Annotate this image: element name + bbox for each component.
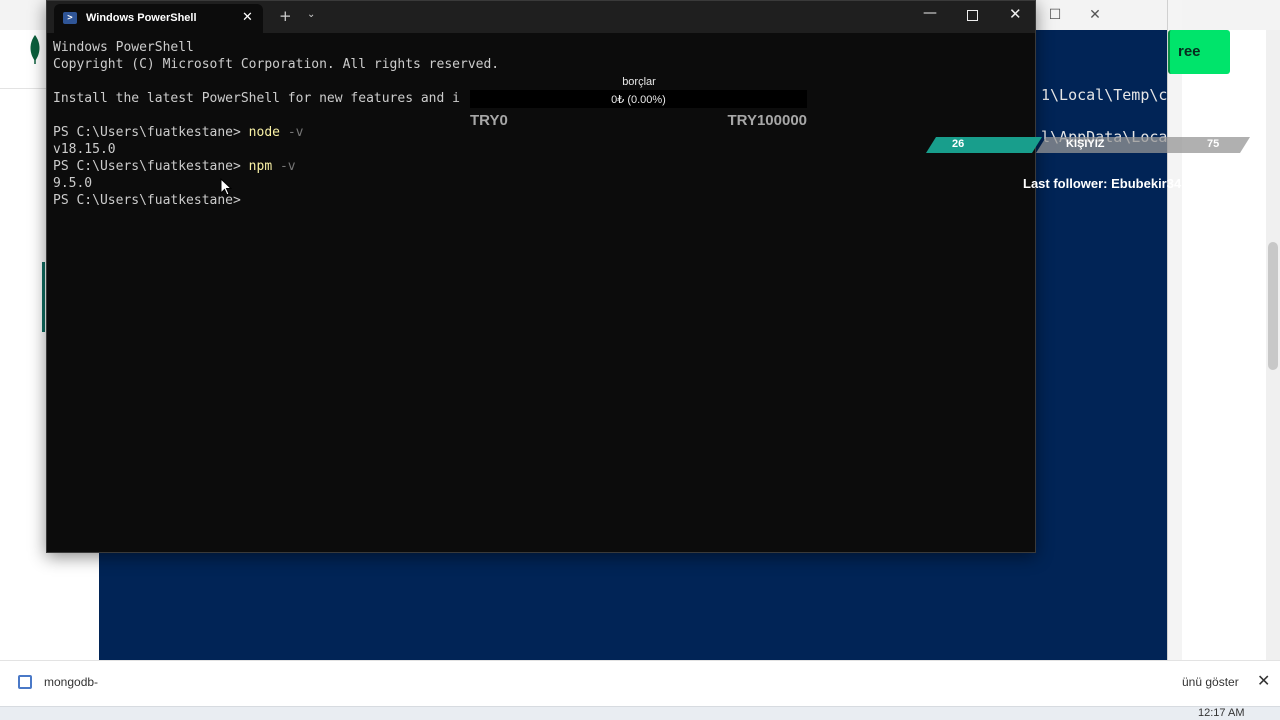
console-output: 9.5.0	[53, 176, 93, 191]
close-icon[interactable]: ✕	[1009, 5, 1022, 23]
terminal-console[interactable]: Windows PowerShell Copyright (C) Microso…	[53, 39, 1033, 549]
maximize-icon[interactable]: ☐	[1040, 0, 1070, 30]
terminal-window[interactable]: > Windows PowerShell ✕ + ⌄ — ✕ Windows P…	[46, 0, 1036, 553]
console-output: v18.15.0	[53, 142, 116, 157]
window-frame	[1167, 0, 1182, 720]
console-line: 1\Local\Temp\cho	[1041, 86, 1167, 104]
accent-bar	[42, 262, 45, 332]
progress-text: 0₺ (0.00%)	[611, 94, 666, 106]
tab-windows-powershell[interactable]: > Windows PowerShell ✕	[54, 4, 263, 33]
background-window-title-bar: — ☐ ✕	[1008, 0, 1182, 30]
donation-goal-progress-bar: 0₺ (0.00%)	[470, 90, 807, 108]
goal-min-label: TRY0	[470, 112, 508, 129]
console-command-line: PS C:\Users\fuatkestane> node -v	[53, 124, 303, 141]
poll-bar-left	[926, 137, 1042, 153]
console-line: Install the latest PowerShell for new fe…	[53, 91, 460, 106]
close-icon[interactable]: ✕	[1257, 671, 1270, 690]
console-command-line: PS C:\Users\fuatkestane> npm -v	[53, 158, 296, 175]
poll-right-value: 75	[1207, 138, 1220, 150]
command-name: npm	[248, 159, 273, 174]
download-bar: mongodb- ünü göster ✕	[0, 660, 1280, 706]
poll-left-value: 26	[952, 138, 965, 150]
page-scrollbar[interactable]	[1266, 30, 1280, 670]
scrollbar-thumb[interactable]	[1268, 242, 1278, 370]
close-icon[interactable]: ✕	[1080, 0, 1110, 30]
prompt: PS C:\Users\fuatkestane>	[53, 125, 241, 140]
taskbar: 12:17 AM	[0, 706, 1280, 720]
goal-max-label: TRY100000	[727, 112, 808, 129]
download-file-icon[interactable]	[18, 675, 32, 689]
new-tab-button[interactable]: +	[279, 7, 292, 25]
mongodb-leaf-icon	[30, 35, 40, 64]
console-line: Windows PowerShell	[53, 40, 194, 55]
minimize-icon[interactable]: —	[923, 5, 937, 21]
maximize-icon[interactable]	[967, 10, 978, 21]
poll-title: KIŞIYIZ	[1066, 138, 1105, 150]
console-line: Copyright (C) Microsoft Corporation. All…	[53, 57, 500, 72]
cta-button[interactable]: ree	[1168, 30, 1230, 74]
cta-button-label: ree	[1178, 43, 1201, 60]
last-follower-label: Last follower: Ebubekir34	[1023, 176, 1182, 191]
tab-title: Windows PowerShell	[86, 12, 197, 24]
show-all-downloads-link[interactable]: ünü göster	[1182, 675, 1239, 689]
command-name: node	[248, 125, 280, 140]
donation-goal-title: borçlar	[622, 76, 656, 88]
prompt: PS C:\Users\fuatkestane>	[53, 159, 241, 174]
command-argument: -v	[287, 125, 304, 140]
close-tab-icon[interactable]: ✕	[242, 10, 253, 25]
chevron-down-icon[interactable]: ⌄	[307, 9, 315, 20]
download-item-label[interactable]: mongodb-	[44, 675, 98, 689]
console-prompt[interactable]: PS C:\Users\fuatkestane>	[53, 192, 241, 209]
taskbar-clock[interactable]: 12:17 AM	[1198, 707, 1244, 719]
mouse-cursor-icon	[220, 178, 232, 196]
powershell-icon: >	[63, 12, 77, 24]
terminal-title-bar[interactable]: > Windows PowerShell ✕ + ⌄ — ✕	[47, 1, 1035, 33]
command-argument: -v	[279, 159, 296, 174]
